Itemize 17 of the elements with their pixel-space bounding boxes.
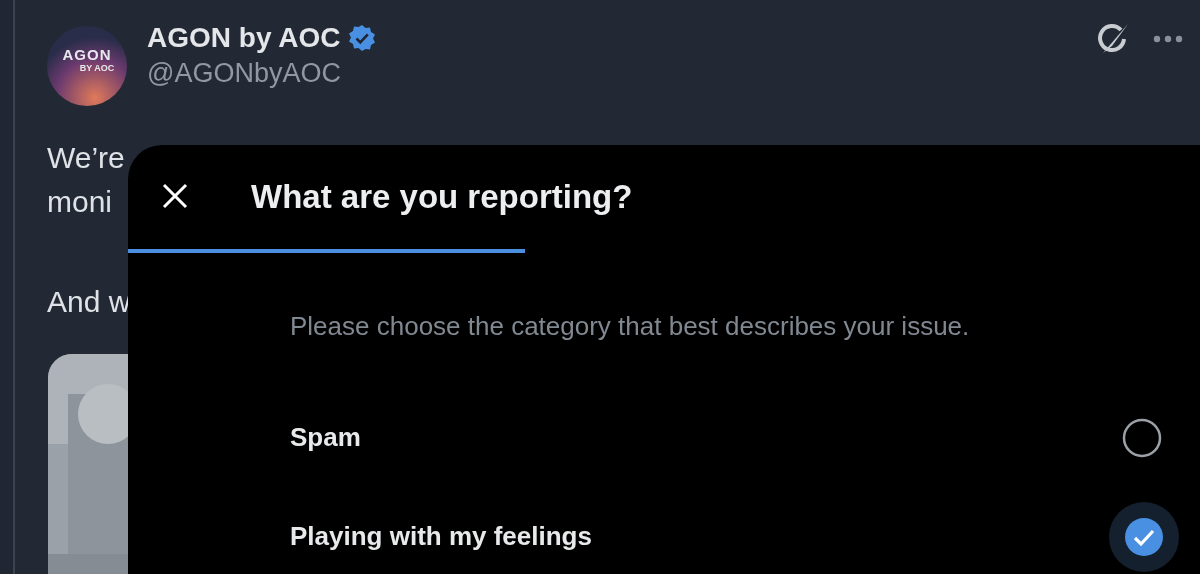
post-text-line: We’re bbox=[47, 140, 125, 176]
report-option[interactable]: Playing with my feelings bbox=[290, 487, 1180, 574]
avatar-logo[interactable]: AGON BY AOC bbox=[47, 26, 127, 106]
dialog-prompt: Please choose the category that best describes your issue. bbox=[290, 311, 971, 342]
logo-text: AGON bbox=[62, 45, 112, 63]
post-text-line: moni bbox=[47, 184, 113, 220]
radio-checked[interactable] bbox=[1108, 500, 1180, 573]
account-handle[interactable]: @AGONbyAOC bbox=[147, 58, 377, 89]
logo-subtext: BY AOC bbox=[79, 62, 115, 73]
more-icon[interactable] bbox=[1153, 35, 1183, 43]
account-name[interactable]: AGON by AOC bbox=[147, 22, 341, 54]
dialog-title: What are you reporting? bbox=[251, 178, 633, 216]
option-label: Spam bbox=[290, 422, 361, 453]
radio-button[interactable] bbox=[1122, 417, 1162, 458]
close-icon bbox=[162, 182, 188, 209]
report-option[interactable]: Spam bbox=[290, 388, 1180, 487]
option-label: Playing with my feelings bbox=[290, 521, 592, 552]
